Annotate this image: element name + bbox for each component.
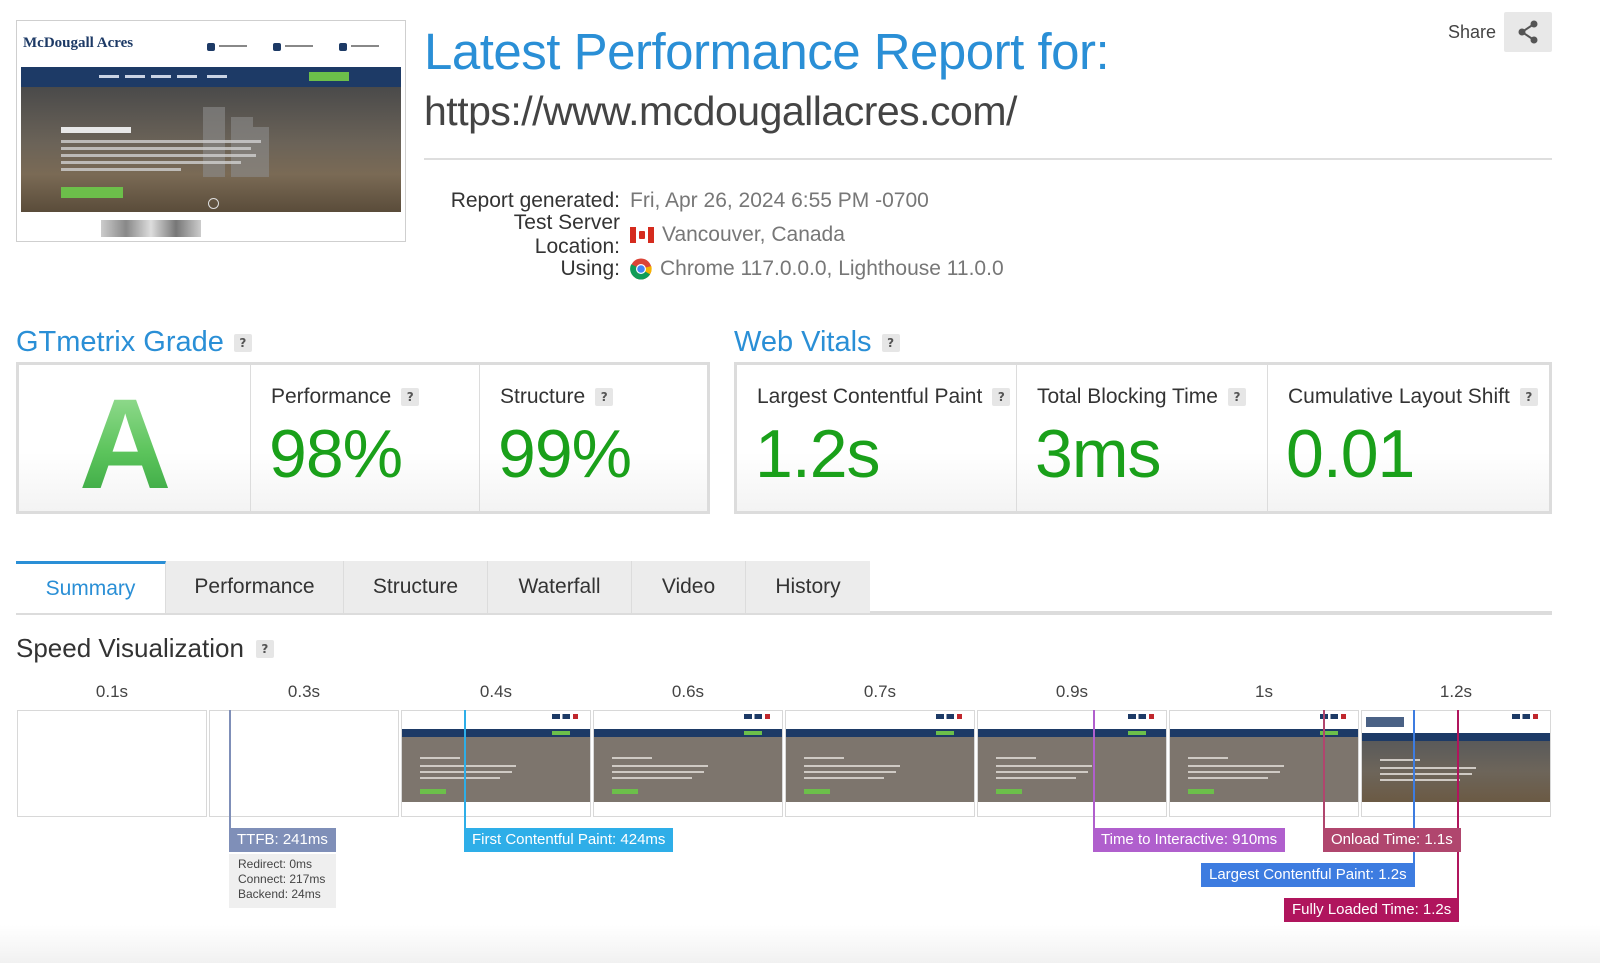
header-divider: [424, 158, 1552, 160]
ttfb-breakdown: Redirect: 0ms Connect: 217ms Backend: 24…: [229, 854, 336, 908]
share-control[interactable]: Share: [1448, 12, 1553, 52]
ttfb-backend: Backend: 24ms: [238, 887, 321, 901]
help-icon[interactable]: ?: [992, 388, 1011, 406]
section-title: Web Vitals: [734, 326, 872, 358]
fcp-marker-line: [464, 710, 466, 832]
frame-time-label: 0.6s: [671, 682, 705, 701]
share-icon: [1518, 20, 1538, 44]
tab-summary[interactable]: Summary: [16, 561, 166, 613]
meta-value: Vancouver, Canada: [662, 223, 845, 246]
web-vitals-heading: Web Vitals ?: [734, 326, 900, 359]
metric-label: Largest Contentful Paint: [757, 385, 983, 408]
onload-marker-line: [1323, 710, 1325, 832]
fully-loaded-marker[interactable]: Fully Loaded Time: 1.2s: [1284, 898, 1460, 922]
ttfb-connect: Connect: 217ms: [238, 872, 326, 886]
metric-label: Structure: [500, 385, 586, 408]
frame-time-label: 1.2s: [1439, 682, 1473, 701]
fully-loaded-marker-line: [1457, 710, 1459, 900]
metric-label: Cumulative Layout Shift: [1288, 385, 1510, 408]
lcp-value: 1.2s: [755, 416, 881, 492]
performance-cell: Performance ? 98%: [251, 365, 480, 511]
frame-time-label: 0.1s: [95, 682, 129, 701]
filmstrip-frame[interactable]: [1361, 710, 1551, 817]
web-vitals-panel: Largest Contentful Paint ? 1.2s Total Bl…: [734, 362, 1552, 514]
report-url[interactable]: https://www.mcdougallacres.com/: [424, 88, 1017, 135]
frame-time-label: 0.9s: [1055, 682, 1089, 701]
speed-visualization-heading: Speed Visualization ?: [16, 633, 274, 664]
report-meta: Report generated: Fri, Apr 26, 2024 6:55…: [424, 184, 1004, 286]
frame-time-label: 1s: [1255, 682, 1273, 701]
section-title: Speed Visualization: [16, 633, 244, 663]
frame-time-label: 0.4s: [479, 682, 513, 701]
grade-letter: A: [79, 373, 172, 516]
filmstrip-frame[interactable]: [1169, 710, 1359, 817]
help-icon[interactable]: ?: [595, 388, 614, 406]
grade-panel: A Performance ? 98% Structure ? 99%: [16, 362, 710, 516]
grade-cell: A: [19, 365, 251, 516]
meta-key: Using:: [560, 257, 620, 280]
report-title: Latest Performance Report for:: [424, 23, 1110, 80]
filmstrip-frame[interactable]: [785, 710, 975, 817]
structure-cell: Structure ? 99%: [480, 365, 707, 511]
cls-cell: Cumulative Layout Shift ? 0.01: [1268, 365, 1549, 511]
frame-time-label: 0.7s: [863, 682, 897, 701]
tbt-value: 3ms: [1035, 416, 1161, 492]
tab-structure[interactable]: Structure: [344, 561, 488, 613]
tab-performance[interactable]: Performance: [166, 561, 344, 613]
metric-label: Performance: [271, 385, 392, 408]
meta-row-using: Using: Chrome 117.0.0.0, Lighthouse 11.0…: [424, 252, 1004, 286]
tab-history[interactable]: History: [746, 561, 870, 613]
filmstrip-frame[interactable]: [593, 710, 783, 817]
filmstrip-frame[interactable]: [401, 710, 591, 817]
bottom-fade: [0, 925, 1600, 963]
metric-label: Total Blocking Time: [1037, 385, 1218, 408]
tbt-cell: Total Blocking Time ? 3ms: [1017, 365, 1268, 511]
filmstrip-frame[interactable]: [977, 710, 1167, 817]
ttfb-marker[interactable]: TTFB: 241ms: [229, 828, 336, 852]
filmstrip-frame[interactable]: [17, 710, 207, 817]
frame-time-label: 0.3s: [287, 682, 321, 701]
fcp-marker[interactable]: First Contentful Paint: 424ms: [464, 828, 674, 852]
onload-marker[interactable]: Onload Time: 1.1s: [1323, 828, 1461, 852]
tti-marker-line: [1093, 710, 1095, 832]
meta-row-location: Test Server Location: Vancouver, Canada: [424, 211, 1004, 258]
share-label: Share: [1448, 21, 1497, 42]
help-icon[interactable]: ?: [233, 333, 252, 352]
ttfb-marker-line: [229, 710, 231, 832]
share-button[interactable]: [1504, 12, 1553, 52]
site-thumbnail: McDougall Acres: [16, 20, 406, 242]
meta-key: Report generated:: [450, 189, 620, 212]
help-icon[interactable]: ?: [881, 333, 900, 352]
lcp-marker[interactable]: Largest Contentful Paint: 1.2s: [1201, 863, 1415, 887]
help-icon[interactable]: ?: [255, 639, 274, 658]
meta-value: Chrome 117.0.0.0, Lighthouse 11.0.0: [660, 257, 1004, 280]
cls-value: 0.01: [1286, 416, 1415, 492]
meta-key: Test Server Location:: [513, 211, 620, 258]
tti-marker[interactable]: Time to Interactive: 910ms: [1093, 828, 1286, 852]
help-icon[interactable]: ?: [401, 388, 420, 406]
report-tabs: Summary Performance Structure Waterfall …: [16, 561, 870, 613]
filmstrip-frame[interactable]: [209, 710, 399, 817]
tab-waterfall[interactable]: Waterfall: [488, 561, 632, 613]
tab-video[interactable]: Video: [632, 561, 746, 613]
lcp-cell: Largest Contentful Paint ? 1.2s: [737, 365, 1017, 511]
structure-score: 99%: [498, 416, 632, 492]
canada-flag-icon: [630, 227, 654, 243]
meta-value: Fri, Apr 26, 2024 6:55 PM -0700: [630, 189, 929, 212]
chrome-icon: [630, 258, 652, 280]
section-title: GTmetrix Grade: [16, 326, 224, 358]
help-icon[interactable]: ?: [1519, 388, 1538, 406]
performance-score: 98%: [269, 416, 403, 492]
site-logo: McDougall Acres: [23, 35, 134, 51]
help-icon[interactable]: ?: [1227, 388, 1246, 406]
gtmetrix-grade-heading: GTmetrix Grade ?: [16, 326, 252, 359]
ttfb-redirect: Redirect: 0ms: [238, 857, 313, 871]
